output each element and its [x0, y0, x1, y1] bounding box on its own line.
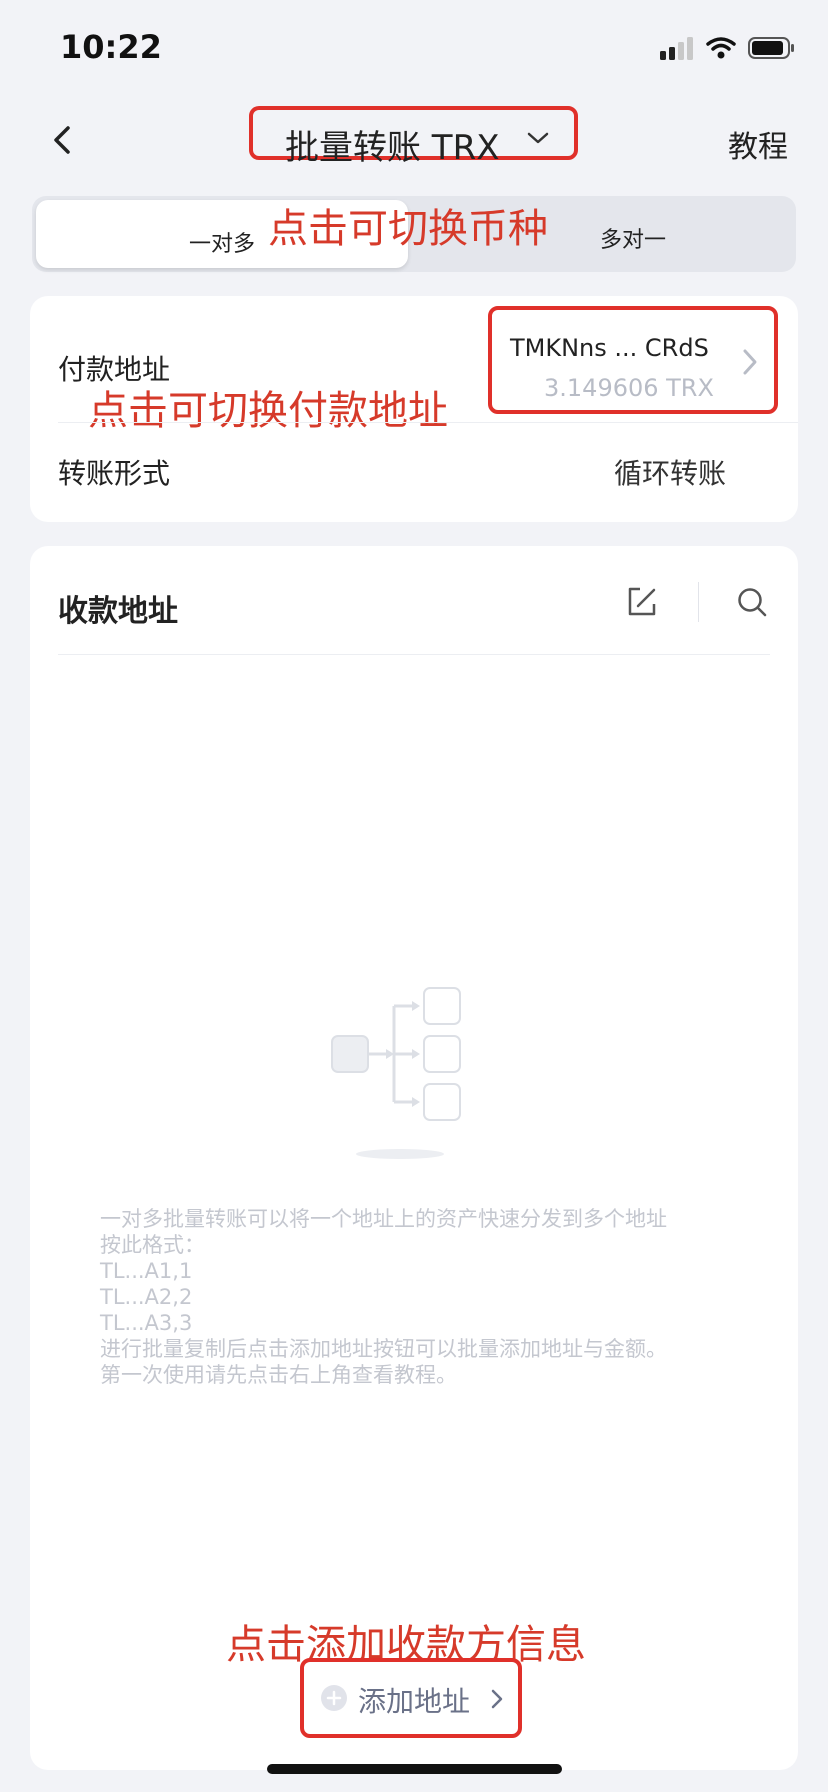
wifi-icon	[706, 37, 736, 59]
nav-bar: 批量转账 TRX 教程	[0, 100, 828, 180]
add-address-button[interactable]: 添加地址	[300, 1658, 522, 1738]
chevron-right-icon	[491, 1689, 503, 1709]
add-address-label: 添加地址	[358, 1685, 471, 1718]
battery-icon	[748, 37, 794, 59]
empty-desc-line: 进行批量复制后点击添加地址按钮可以批量添加地址与金额。	[100, 1337, 667, 1361]
empty-desc-line: 第一次使用请先点击右上角查看教程。	[100, 1363, 457, 1387]
edit-icon[interactable]	[626, 586, 658, 618]
cellular-signal-icon	[660, 37, 693, 60]
empty-state-description: 一对多批量转账可以将一个地址上的资产快速分发到多个地址 按此格式： TL...A…	[100, 1206, 750, 1388]
receive-address-title: 收款地址	[58, 594, 178, 629]
chevron-right-icon	[743, 349, 757, 375]
payment-balance: 3.149606 TRX	[544, 374, 714, 402]
empty-desc-line: TL...A3,3	[100, 1311, 193, 1335]
payment-address-value: TMKNns ... CRdS	[510, 334, 709, 362]
tutorial-link[interactable]: 教程	[728, 122, 788, 166]
tab-many-to-one[interactable]: 多对一	[600, 222, 666, 254]
divider	[58, 422, 798, 423]
tab-label-one-to-many: 一对多	[189, 232, 256, 257]
annotation-switch-pay: 点击可切换付款地址	[88, 388, 448, 434]
divider	[698, 582, 699, 622]
empty-desc-line: 一对多批量转账可以将一个地址上的资产快速分发到多个地址	[100, 1207, 667, 1231]
empty-desc-line: TL...A2,2	[100, 1285, 193, 1309]
transfer-form-label: 转账形式	[58, 457, 171, 490]
batch-transfer-illustration-icon	[331, 987, 461, 1159]
status-time: 10:22	[60, 28, 162, 66]
search-icon[interactable]	[736, 586, 768, 618]
coin-switch-button[interactable]: 批量转账 TRX	[249, 106, 578, 168]
empty-desc-line: TL...A1,1	[100, 1259, 193, 1283]
payment-address-selector[interactable]: TMKNns ... CRdS 3.149606 TRX	[488, 306, 778, 414]
home-indicator	[267, 1764, 562, 1774]
transfer-form-value[interactable]: 循环转账	[614, 452, 726, 492]
annotation-switch-coin: 点击可切换币种	[268, 206, 548, 252]
status-icons	[660, 36, 796, 60]
empty-desc-line: 按此格式：	[100, 1233, 205, 1257]
plus-circle-icon	[321, 1685, 347, 1711]
status-bar: 10:22	[0, 0, 828, 100]
back-button[interactable]	[44, 118, 84, 162]
payment-card: 付款地址 TMKNns ... CRdS 3.149606 TRX 点击可切换付…	[30, 296, 798, 522]
page-title: 批量转账 TRX	[285, 128, 500, 168]
receive-card: 收款地址 一对多批量转账可以将一个地址上的资产快速分发到多个地址 按此格式： T…	[30, 546, 798, 1770]
divider	[58, 654, 770, 655]
chevron-down-icon	[527, 132, 549, 144]
chevron-left-icon	[54, 126, 70, 154]
